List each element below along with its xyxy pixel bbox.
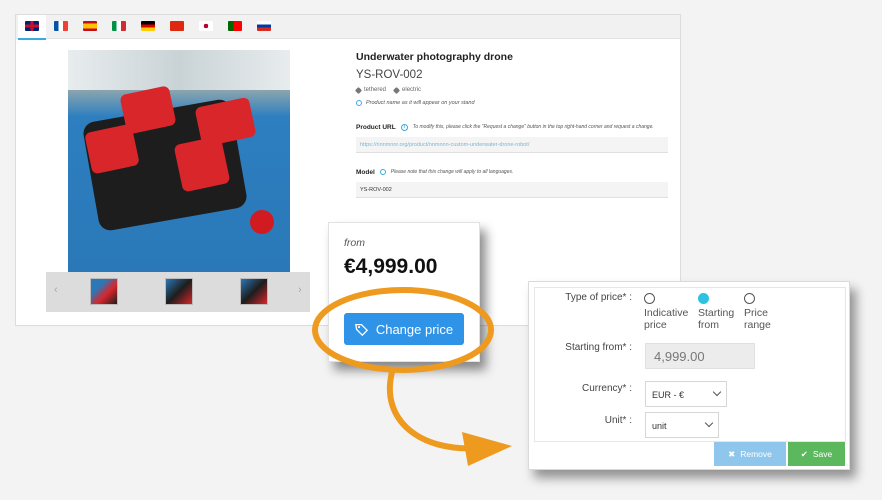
info-circle-icon xyxy=(379,169,386,175)
language-tabs xyxy=(16,15,680,40)
save-button[interactable]: ✔ Save xyxy=(788,442,845,466)
model-hint: Please note that this change will apply … xyxy=(390,169,514,175)
price-from-label: from xyxy=(344,237,365,249)
tag-icon xyxy=(354,86,363,94)
model-row: Model Please note that this change will … xyxy=(356,169,668,176)
price-card: from €4,999.00 Change price xyxy=(328,222,480,362)
radio-label: Indicative xyxy=(644,307,689,319)
radio-label: Price xyxy=(744,307,768,319)
name-note-text: Product name as it will appear on your s… xyxy=(366,100,475,106)
flag-japan-icon[interactable] xyxy=(199,21,213,31)
unit-value: unit xyxy=(652,421,667,431)
currency-select[interactable]: EUR - € xyxy=(645,381,727,407)
close-icon: ✖ xyxy=(728,448,736,459)
product-url-row: Product URL i To modify this, please cli… xyxy=(356,124,668,131)
arrow-head-icon xyxy=(462,432,512,466)
flag-spain-icon[interactable] xyxy=(83,21,97,31)
radio-indicative-price[interactable]: Indicative price xyxy=(644,293,688,331)
starting-from-label: Starting from* : xyxy=(565,342,632,353)
thumbnail[interactable] xyxy=(240,278,268,305)
model-field[interactable]: YS-ROV-002 xyxy=(356,182,668,198)
annotation-arrow xyxy=(387,369,481,452)
chevron-down-icon xyxy=(712,387,722,397)
flag-russia-icon[interactable] xyxy=(257,21,271,31)
info-icon: i xyxy=(400,124,408,131)
price-type-label: Type of price* : xyxy=(565,292,632,303)
info-circle-icon xyxy=(356,100,362,106)
tag: tethered xyxy=(354,86,387,94)
product-reference: YS-ROV-002 xyxy=(356,69,423,81)
chevron-down-icon xyxy=(704,418,714,428)
photo-background xyxy=(68,50,290,90)
gallery-prev-arrow[interactable]: ‹ xyxy=(54,284,58,296)
save-label: Save xyxy=(812,449,833,459)
unit-label: Unit* : xyxy=(604,415,632,426)
radio-button[interactable] xyxy=(644,293,655,304)
flag-uk-icon[interactable] xyxy=(25,21,39,31)
flag-italy-icon[interactable] xyxy=(112,21,126,31)
gallery-next-arrow[interactable]: › xyxy=(298,284,302,296)
remove-label: Remove xyxy=(740,449,772,459)
price-value: €4,999.00 xyxy=(344,255,438,278)
flag-france-icon[interactable] xyxy=(54,21,68,31)
model-label: Model xyxy=(356,169,375,176)
product-photo xyxy=(68,50,290,273)
tag-label: electric xyxy=(402,87,422,93)
remove-button[interactable]: ✖ Remove xyxy=(714,442,786,466)
flag-china-icon[interactable] xyxy=(170,21,184,31)
radio-label: from xyxy=(698,319,719,331)
tag-icon xyxy=(354,323,368,336)
change-price-button[interactable]: Change price xyxy=(344,313,464,345)
thumbnail-strip: ‹ › xyxy=(46,272,310,312)
thumbnail[interactable] xyxy=(90,278,118,305)
flag-portugal-icon[interactable] xyxy=(228,21,242,31)
flag-germany-icon[interactable] xyxy=(141,21,155,31)
radio-starting-from[interactable]: Starting from xyxy=(698,293,734,331)
product-info: Underwater photography drone YS-ROV-002 … xyxy=(354,51,668,198)
tag: electric xyxy=(392,86,422,94)
thumbnail[interactable] xyxy=(165,278,193,305)
radio-button[interactable] xyxy=(744,293,755,304)
radio-label: Starting xyxy=(698,307,735,319)
starting-from-input[interactable]: 4,999.00 xyxy=(645,343,755,369)
product-url-label: Product URL xyxy=(356,124,396,131)
radio-price-range[interactable]: Price range xyxy=(744,293,771,331)
radio-button-checked[interactable] xyxy=(698,293,709,304)
drone-float xyxy=(173,135,231,193)
name-note: Product name as it will appear on your s… xyxy=(356,100,668,106)
tag-icon xyxy=(392,86,401,94)
product-url-hint: To modify this, please click the "Reques… xyxy=(412,124,654,130)
currency-label: Currency* : xyxy=(581,383,632,394)
unit-select[interactable]: unit xyxy=(645,412,719,438)
radio-label: price xyxy=(644,319,667,331)
product-title: Underwater photography drone xyxy=(356,51,513,63)
product-url-field: https://nnnmnnr.org/product/nnmnnn-custo… xyxy=(356,137,668,153)
change-price-label: Change price xyxy=(375,321,454,337)
radio-label: range xyxy=(744,319,771,331)
check-icon: ✔ xyxy=(800,448,808,459)
red-ball xyxy=(250,210,274,234)
currency-value: EUR - € xyxy=(652,390,685,400)
tag-label: tethered xyxy=(364,87,387,93)
product-tags: tethered electric xyxy=(354,86,668,94)
